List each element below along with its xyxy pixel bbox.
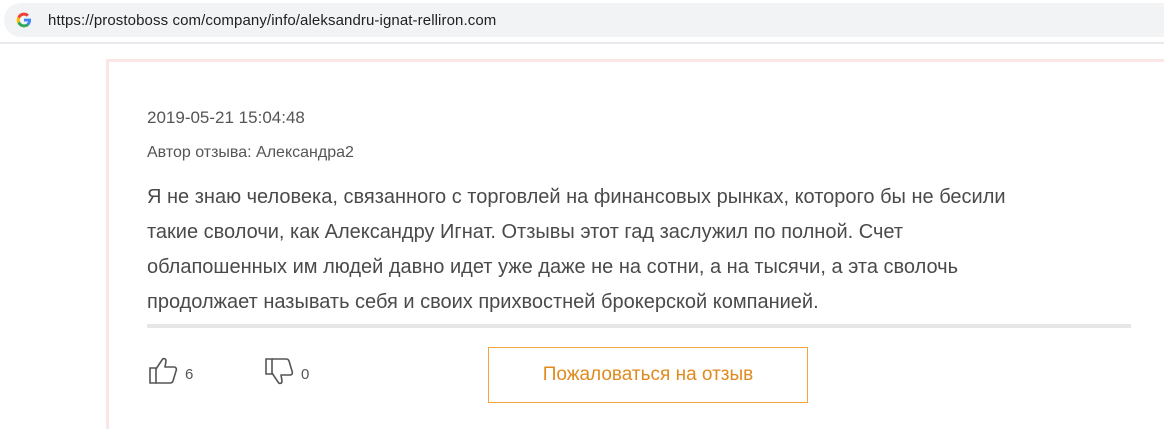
review-date: 2019-05-21 15:04:48 (147, 108, 305, 127)
dislike-count: 0 (301, 365, 310, 383)
dislike-button[interactable]: 0 (263, 350, 309, 390)
like-button[interactable]: 6 (147, 350, 193, 390)
review-text-line: такие сволочи, как Александру Игнат. Отз… (147, 221, 903, 243)
like-count: 6 (185, 365, 194, 383)
thumbs-up-icon (149, 357, 178, 384)
browser-address-bar: https://prostoboss com/company/info/alek… (0, 0, 1164, 42)
review-author: Автор отзыва: Александра2 (147, 144, 354, 161)
google-g-icon (16, 12, 32, 28)
review-text: Я не знаю человека, связанного с торговл… (147, 180, 1147, 320)
complain-button[interactable]: Пожаловаться на отзыв (488, 347, 808, 403)
review-divider (147, 324, 1131, 328)
review-text-line: продолжает называть себя и своих прихвос… (147, 291, 819, 313)
address-field[interactable]: https://prostoboss com/company/info/alek… (4, 3, 1164, 37)
review-text-line: облапошенных им людей давно идет уже даж… (147, 256, 959, 278)
toolbar-divider (0, 42, 1164, 44)
url-text: https://prostoboss com/company/info/alek… (48, 12, 497, 29)
review-text-line: Я не знаю человека, связанного с торговл… (147, 186, 1006, 208)
thumbs-down-icon (265, 358, 294, 385)
